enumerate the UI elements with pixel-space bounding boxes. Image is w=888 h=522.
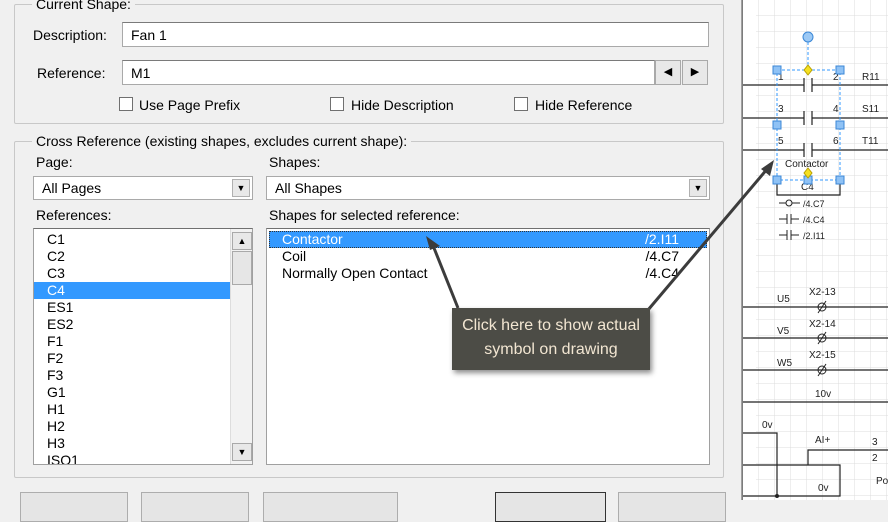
wire-label: V5 [777,326,790,337]
tooltip-callout: Click here to show actual symbol on draw… [452,308,650,370]
wire-label: U5 [777,294,790,305]
net-label: AI+ [815,435,830,446]
terminal-label: X2-13 [809,287,836,298]
dialog-button-1[interactable] [20,492,128,522]
pin-label: 4 [833,104,839,115]
net-label: 3 [872,437,878,448]
ok-button[interactable] [495,492,606,522]
current-shape-label: Current Shape: [32,0,135,12]
shapes-select-value: All Shapes [275,180,342,196]
xref-label: /4.C4 [803,215,825,225]
terminal-label: X2-15 [809,350,836,361]
net-label: Po [876,476,888,487]
callout-line-2: symbol on drawing [484,341,618,358]
reference-input[interactable]: M1 [122,60,655,85]
cancel-button[interactable] [618,492,726,522]
net-label: 10v [815,389,831,400]
reference-item[interactable]: C3 [34,265,252,282]
rotation-handle[interactable] [802,31,814,43]
reference-item[interactable]: H2 [34,418,252,435]
hide-description-label: Hide Description [351,97,454,113]
shape-label: Contactor [785,159,829,170]
hide-description-checkbox[interactable] [330,97,344,111]
pin-label: 5 [778,136,784,147]
cross-reference-label: Cross Reference (existing shapes, exclud… [32,133,412,149]
shape-item[interactable]: Normally Open Contact/4.C4 [269,265,707,282]
shape-name: Normally Open Contact [282,265,428,281]
reference-item[interactable]: ES2 [34,316,252,333]
reference-item[interactable]: ES1 [34,299,252,316]
cross-reference-dialog: Current Shape: Description: Fan 1 Refere… [0,0,742,522]
references-label: References: [36,207,112,223]
terminal-label: X2-14 [809,319,836,330]
description-input[interactable]: Fan 1 [122,22,709,47]
row-label: R11 [862,72,880,83]
page-select-value: All Pages [42,180,102,196]
shape-name: Coil [282,248,307,264]
drawing-canvas[interactable]: 1 2 3 4 5 6 R11 S11 T11 Contactor C4 /4.… [743,0,888,500]
callout-line-1: Click here to show actual [462,317,640,334]
reference-item[interactable]: ISO1 [34,452,252,464]
use-page-prefix-label: Use Page Prefix [139,97,241,113]
dialog-button-3[interactable] [263,492,398,522]
net-label: 0v [818,483,829,494]
chevron-down-icon: ▼ [689,179,707,197]
hide-reference-label: Hide Reference [535,97,633,113]
hide-reference-checkbox[interactable] [514,97,528,111]
use-page-prefix-checkbox[interactable] [119,97,133,111]
shape-ref: /4.C7 [645,248,679,264]
references-list[interactable]: C1 C2 C3 C4 ES1 ES2 F1 F2 F3 G1 H1 H2 H3 ISO1 ▲ ▼ [33,228,253,465]
page-select[interactable]: All Pages ▼ [33,176,253,200]
xref-label: /2.I11 [803,231,825,241]
shape-item[interactable]: Coil/4.C7 [269,248,707,265]
reference-item[interactable]: F1 [34,333,252,350]
reference-item[interactable]: F3 [34,367,252,384]
net-label: 0v [762,420,773,431]
scroll-thumb[interactable] [232,251,252,285]
xref-label: /4.C7 [803,199,825,209]
reference-item[interactable]: H1 [34,401,252,418]
reference-item[interactable]: F2 [34,350,252,367]
chevron-down-icon: ▼ [232,179,250,197]
row-label: S11 [862,104,879,115]
description-label: Description: [33,27,107,43]
dialog-button-2[interactable] [141,492,249,522]
shape-name: Contactor [282,231,343,247]
pin-label: 6 [833,136,839,147]
page-label: Page: [36,154,73,170]
shape-ref: /4.C4 [645,265,679,281]
reference-item[interactable]: G1 [34,384,252,401]
shapes-for-reference-label: Shapes for selected reference: [269,207,460,223]
references-scrollbar[interactable]: ▲ ▼ [230,229,252,464]
reference-label: Reference: [37,65,106,81]
pin-label: 3 [778,104,784,115]
next-reference-button[interactable]: ▶ [682,60,708,85]
shapes-label: Shapes: [269,154,321,170]
wire-label: W5 [777,358,792,369]
shape-item[interactable]: Contactor/2.I11 [269,231,707,248]
shape-ref: /2.I11 [645,231,679,247]
reference-item[interactable]: H3 [34,435,252,452]
net-label: 2 [872,453,878,464]
reference-item[interactable]: C4 [34,282,252,299]
reference-item[interactable]: C2 [34,248,252,265]
previous-reference-button[interactable]: ◀ [655,60,681,85]
reference-item[interactable]: C1 [34,231,252,248]
scroll-up-button[interactable]: ▲ [232,232,252,250]
shapes-select[interactable]: All Shapes ▼ [266,176,710,200]
row-label: T11 [862,136,879,147]
scroll-down-button[interactable]: ▼ [232,443,252,461]
